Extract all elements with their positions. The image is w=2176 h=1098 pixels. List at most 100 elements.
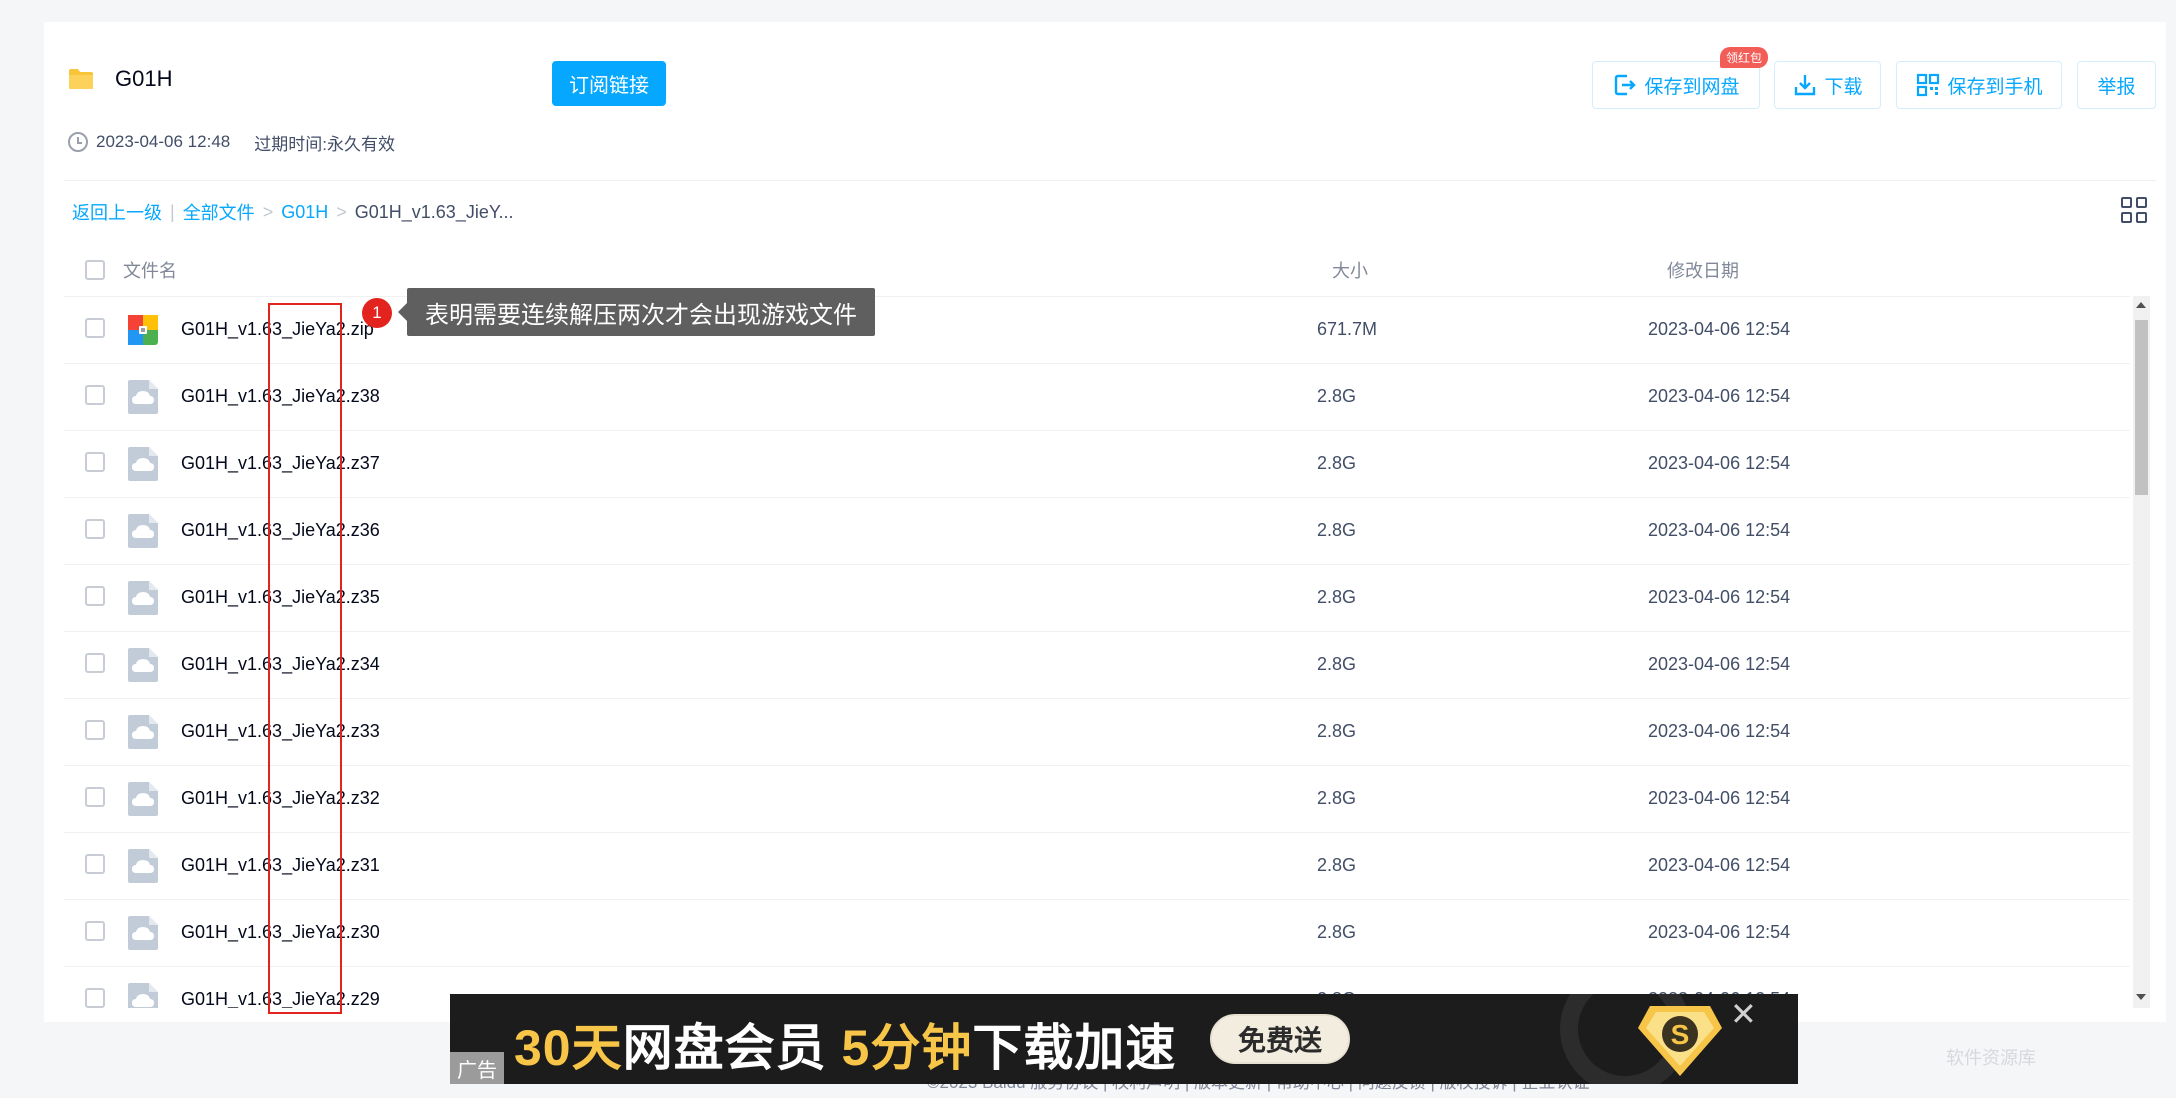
row-checkbox[interactable] bbox=[85, 720, 105, 740]
annotation-highlight-box bbox=[268, 303, 342, 1014]
column-name[interactable]: 文件名 bbox=[123, 257, 177, 283]
qr-code-icon bbox=[1917, 73, 1940, 97]
expire-value: 永久有效 bbox=[326, 134, 395, 154]
file-size: 2.8G bbox=[1317, 721, 1357, 741]
breadcrumb-folder[interactable]: G01H bbox=[281, 202, 328, 223]
ad-headline-member: 网盘会员 bbox=[622, 1020, 842, 1076]
file-date: 2023-04-06 12:54 bbox=[1648, 319, 1791, 339]
cloud-file-icon bbox=[127, 781, 159, 817]
row-checkbox[interactable] bbox=[85, 318, 105, 338]
svg-text:S: S bbox=[1671, 1019, 1690, 1050]
ad-free-gift-button[interactable]: 免费送 bbox=[1210, 1014, 1350, 1064]
file-size: 2.8G bbox=[1317, 922, 1357, 942]
breadcrumb-back[interactable]: 返回上一级 bbox=[72, 199, 162, 225]
ad-label: 广告 bbox=[450, 1052, 504, 1084]
save-netdisk-icon bbox=[1615, 74, 1637, 96]
scroll-down-arrow-icon[interactable] bbox=[2136, 994, 2146, 1000]
file-size: 2.8G bbox=[1317, 855, 1357, 875]
column-date[interactable]: 修改日期 bbox=[1667, 257, 1739, 283]
save-to-netdisk-button[interactable]: 保存到网盘 bbox=[1592, 61, 1760, 109]
breadcrumb-bar: | bbox=[170, 201, 175, 222]
created-time: 2023-04-06 12:48 bbox=[96, 132, 231, 151]
row-checkbox[interactable] bbox=[85, 385, 105, 405]
file-size: 2.8G bbox=[1317, 520, 1357, 540]
table-row[interactable]: G01H_v1.63_JieYa2.z31 2.8G 2023-04-06 12:5… bbox=[64, 832, 2130, 899]
ad-banner[interactable]: 30天网盘会员 5分钟下载加速 免费送 S ✕ 广告 bbox=[450, 994, 1798, 1084]
cloud-file-icon bbox=[127, 982, 159, 1008]
folder-title: G01H bbox=[115, 66, 173, 91]
file-size: 2.8G bbox=[1317, 654, 1357, 674]
file-list: G01H_v1.63_JieYa2.zip 671.7M 2023-04-06 12… bbox=[64, 296, 2130, 1008]
table-row[interactable]: G01H_v1.63_JieYa2.z32 2.8G 2023-04-06 12:5… bbox=[64, 765, 2130, 832]
download-button[interactable]: 下载 bbox=[1774, 61, 1881, 109]
row-checkbox[interactable] bbox=[85, 787, 105, 807]
file-date: 2023-04-06 12:54 bbox=[1648, 721, 1791, 741]
cloud-file-icon bbox=[127, 580, 159, 616]
file-table-header: 文件名 大小 修改日期 bbox=[64, 246, 2130, 296]
row-checkbox[interactable] bbox=[85, 988, 105, 1008]
download-label: 下载 bbox=[1824, 76, 1863, 98]
breadcrumb-all-files[interactable]: 全部文件 bbox=[183, 199, 255, 225]
file-date: 2023-04-06 12:54 bbox=[1648, 788, 1791, 808]
ad-headline-minutes: 5分钟 bbox=[841, 1020, 973, 1076]
row-checkbox[interactable] bbox=[85, 519, 105, 539]
file-date: 2023-04-06 12:54 bbox=[1648, 922, 1791, 942]
clock-icon bbox=[68, 132, 88, 152]
scroll-up-arrow-icon[interactable] bbox=[2136, 302, 2146, 308]
file-size: 671.7M bbox=[1317, 319, 1378, 339]
watermark: 软件资源库 bbox=[1946, 1048, 2036, 1068]
row-checkbox[interactable] bbox=[85, 854, 105, 874]
cloud-file-icon bbox=[127, 714, 159, 750]
breadcrumb-separator: > bbox=[262, 201, 274, 222]
file-date: 2023-04-06 12:54 bbox=[1648, 654, 1791, 674]
table-row[interactable]: G01H_v1.63_JieYa2.z34 2.8G 2023-04-06 12:5… bbox=[64, 631, 2130, 698]
breadcrumb-current: G01H_v1.63_JieY... bbox=[354, 201, 514, 222]
file-date: 2023-04-06 12:54 bbox=[1648, 520, 1791, 540]
table-row[interactable]: G01H_v1.63_JieYa2.z33 2.8G 2023-04-06 12:5… bbox=[64, 698, 2130, 765]
table-row[interactable]: G01H_v1.63_JieYa2.z37 2.8G 2023-04-06 12:5… bbox=[64, 430, 2130, 497]
annotation-number-badge: 1 bbox=[362, 298, 392, 328]
save-to-phone-label: 保存到手机 bbox=[1947, 76, 2043, 98]
subscribe-link-button[interactable]: 订阅链接 bbox=[552, 61, 666, 106]
cloud-file-icon bbox=[127, 513, 159, 549]
file-date: 2023-04-06 12:54 bbox=[1648, 386, 1791, 406]
ad-close-icon[interactable]: ✕ bbox=[1730, 998, 1757, 1030]
file-size: 2.8G bbox=[1317, 587, 1357, 607]
row-checkbox[interactable] bbox=[85, 653, 105, 673]
file-size: 2.8G bbox=[1317, 788, 1357, 808]
cloud-file-icon bbox=[127, 446, 159, 482]
breadcrumb: 返回上一级 | 全部文件 > G01H > G01H_v1.63_JieY... bbox=[72, 199, 514, 225]
red-packet-badge[interactable]: 领红包 bbox=[1720, 47, 1769, 68]
file-date: 2023-04-06 12:54 bbox=[1648, 453, 1791, 473]
row-checkbox[interactable] bbox=[85, 452, 105, 472]
table-row[interactable]: G01H_v1.63_JieYa2.z35 2.8G 2023-04-06 12:5… bbox=[64, 564, 2130, 631]
save-to-netdisk-label: 保存到网盘 bbox=[1644, 76, 1740, 98]
report-button[interactable]: 举报 bbox=[2077, 61, 2156, 109]
cloud-file-icon bbox=[127, 647, 159, 683]
folder-icon bbox=[69, 69, 93, 89]
table-row[interactable]: G01H_v1.63_JieYa2.z36 2.8G 2023-04-06 12:5… bbox=[64, 497, 2130, 564]
select-all-checkbox[interactable] bbox=[85, 260, 105, 280]
ad-headline-speedup: 下载加速 bbox=[972, 1020, 1177, 1076]
ad-headline-days: 30天 bbox=[514, 1020, 623, 1076]
file-date: 2023-04-06 12:54 bbox=[1648, 855, 1791, 875]
row-checkbox[interactable] bbox=[85, 586, 105, 606]
ad-headline: 30天网盘会员 5分钟下载加速 bbox=[514, 1008, 1176, 1080]
breadcrumb-separator: > bbox=[336, 201, 347, 222]
annotation-callout: 表明需要连续解压两次才会出现游戏文件 bbox=[398, 288, 875, 336]
save-to-phone-button[interactable]: 保存到手机 bbox=[1896, 61, 2062, 109]
zip-archive-icon bbox=[127, 312, 159, 348]
svip-diamond-icon: S bbox=[1638, 1006, 1722, 1076]
table-row[interactable]: G01H_v1.63_JieYa2.z30 2.8G 2023-04-06 12:5… bbox=[64, 899, 2130, 966]
share-meta: 2023-04-06 12:48 过期时间: 永久有效 bbox=[68, 132, 395, 154]
row-checkbox[interactable] bbox=[85, 921, 105, 941]
cloud-file-icon bbox=[127, 848, 159, 884]
column-size[interactable]: 大小 bbox=[1332, 257, 1368, 283]
file-size: 2.8G bbox=[1317, 386, 1357, 406]
download-icon bbox=[1795, 75, 1816, 96]
table-row[interactable]: G01H_v1.63_JieYa2.z38 2.8G 2023-04-06 12:5… bbox=[64, 363, 2130, 430]
grid-view-icon[interactable] bbox=[2121, 197, 2147, 223]
header-divider bbox=[64, 180, 2156, 181]
scrollbar-thumb[interactable] bbox=[2135, 320, 2148, 495]
cloud-file-icon bbox=[127, 379, 159, 415]
